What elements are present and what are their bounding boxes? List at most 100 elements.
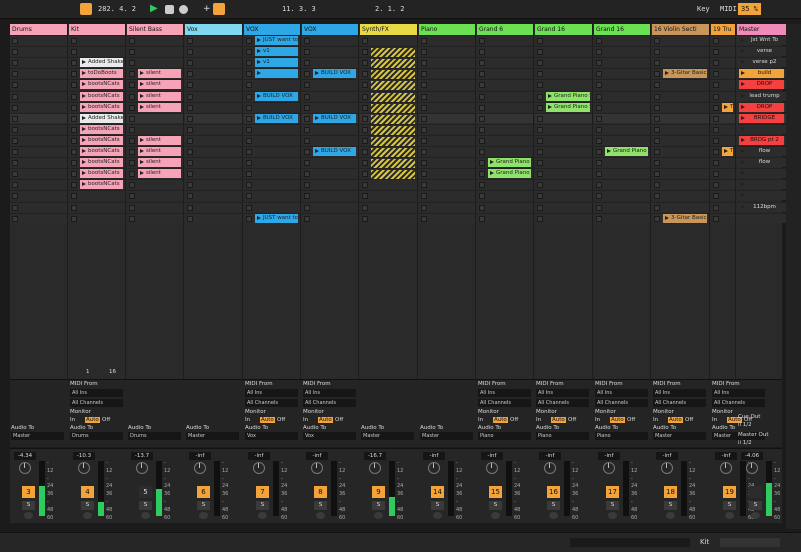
clip-stop-button[interactable] <box>362 115 368 122</box>
clip[interactable]: toDoBoots <box>80 69 123 79</box>
clip-stop-button[interactable] <box>12 137 18 144</box>
clip-stop-button[interactable] <box>596 104 602 111</box>
clip-slot[interactable] <box>594 57 650 68</box>
clip-stop-button[interactable] <box>421 171 427 178</box>
clip-stop-button[interactable] <box>713 182 719 189</box>
clip-stop-button[interactable] <box>12 38 18 44</box>
solo-button[interactable]: S <box>749 501 762 510</box>
clip-slot[interactable] <box>360 46 417 58</box>
clip-slot[interactable] <box>419 134 475 145</box>
clip-stop-button[interactable] <box>304 82 310 89</box>
clip-stop-button[interactable] <box>246 60 252 67</box>
track-header[interactable]: Grand 16 <box>594 24 650 35</box>
clip[interactable]: BUILD VOX <box>313 147 356 156</box>
clip-slot[interactable] <box>360 146 417 157</box>
midi-channel-select[interactable]: All Channels <box>595 399 648 407</box>
clip-stop-button[interactable] <box>71 193 77 200</box>
track-activator[interactable]: 5 <box>139 486 152 498</box>
clip[interactable]: BUILD VOX <box>313 113 356 123</box>
clip-stop-button[interactable] <box>362 126 368 133</box>
clip-slot[interactable] <box>652 112 709 123</box>
monitor-in-button[interactable]: In <box>595 417 600 423</box>
clip-stop-button[interactable] <box>304 182 310 189</box>
monitor-off-button[interactable]: Off <box>685 417 693 423</box>
clip-stop-button[interactable] <box>362 204 368 211</box>
solo-button[interactable]: S <box>372 501 385 510</box>
clip-slot[interactable] <box>594 112 650 123</box>
clip-stop-button[interactable] <box>713 115 719 122</box>
clip[interactable]: bootsNCats <box>80 91 123 101</box>
clip-slot[interactable] <box>10 90 67 101</box>
clip-stop-button[interactable] <box>537 104 543 111</box>
clip[interactable]: Tru <box>722 147 733 156</box>
clip-stop-button[interactable] <box>12 149 18 155</box>
track-activator[interactable]: 3 <box>22 486 35 498</box>
clip-slot[interactable] <box>419 212 475 223</box>
clip-stop-button[interactable] <box>129 215 135 222</box>
monitor-auto-button[interactable]: Auto <box>551 417 566 423</box>
monitor-auto-button[interactable]: Auto <box>318 417 333 423</box>
clip-stop-button[interactable] <box>246 137 252 144</box>
solo-button[interactable]: S <box>197 501 210 510</box>
arm-button[interactable] <box>549 512 558 519</box>
clip-slot[interactable] <box>185 90 242 101</box>
clip-slot[interactable] <box>360 201 417 212</box>
clip-stop-button[interactable] <box>596 171 602 178</box>
clip-slot[interactable] <box>360 79 417 91</box>
clip-slot[interactable] <box>360 68 417 80</box>
clip-slot[interactable] <box>477 35 533 45</box>
clip-stop-button[interactable] <box>362 38 368 44</box>
clip-slot[interactable] <box>10 212 67 223</box>
clip-stop-button[interactable] <box>129 93 135 100</box>
clip-slot[interactable] <box>244 146 300 156</box>
clip-slot[interactable] <box>10 134 67 145</box>
clip-slot[interactable] <box>535 35 592 45</box>
clip-stop-button[interactable] <box>713 38 719 44</box>
recorded-clip[interactable] <box>371 125 415 135</box>
solo-button[interactable]: S <box>431 501 444 510</box>
clip-stop-button[interactable] <box>537 49 543 56</box>
clip-slot[interactable] <box>652 146 709 156</box>
track-header[interactable]: Silent Bass <box>127 24 183 35</box>
arm-button[interactable] <box>608 512 617 519</box>
clip-stop-button[interactable] <box>362 171 368 178</box>
clip-stop-button[interactable] <box>479 71 485 78</box>
clip-slot[interactable] <box>594 90 650 101</box>
clip-stop-button[interactable] <box>304 71 310 78</box>
pan-knob[interactable] <box>369 462 381 474</box>
clip-slot[interactable] <box>127 179 183 190</box>
clip-stop-button[interactable] <box>129 60 135 67</box>
clip-stop-button[interactable] <box>304 160 310 167</box>
clip-stop-button[interactable] <box>362 93 368 100</box>
clip-stop-button[interactable] <box>246 160 252 167</box>
clip-stop-button[interactable] <box>362 104 368 111</box>
clip[interactable]: bootsNCats <box>80 135 123 145</box>
clip-stop-button[interactable] <box>537 82 543 89</box>
scene-launch[interactable]: 112bpm <box>739 202 784 212</box>
clip-stop-button[interactable] <box>304 38 310 44</box>
track-activator[interactable]: 18 <box>664 486 677 498</box>
track-header[interactable]: Grand 6 <box>477 24 533 35</box>
monitor-auto-button[interactable]: Auto <box>668 417 683 423</box>
key-map-button[interactable]: Key <box>697 3 710 15</box>
clip-stop-button[interactable] <box>246 149 252 155</box>
clip-stop-button[interactable] <box>421 215 427 222</box>
clip-stop-button[interactable] <box>596 82 602 89</box>
clip-stop-button[interactable] <box>71 171 77 178</box>
monitor-off-button[interactable]: Off <box>102 417 110 423</box>
clip-slot[interactable] <box>10 46 67 57</box>
midi-channel-select[interactable]: All Channels <box>70 399 123 407</box>
clip-stop-button[interactable] <box>129 115 135 122</box>
clip-stop-button[interactable] <box>654 93 660 100</box>
clip-slot[interactable] <box>302 46 358 57</box>
scene-launch[interactable]: verse p2 <box>739 58 784 68</box>
clip-slot[interactable] <box>535 168 592 179</box>
pan-knob[interactable] <box>746 462 758 474</box>
clip-stop-button[interactable] <box>187 82 193 89</box>
clip-slot[interactable] <box>652 157 709 168</box>
clip-slot[interactable] <box>10 157 67 168</box>
clip-slot[interactable] <box>244 157 300 168</box>
clip-slot[interactable] <box>419 190 475 201</box>
clip-slot[interactable] <box>477 79 533 90</box>
track-activator[interactable]: 16 <box>547 486 560 498</box>
